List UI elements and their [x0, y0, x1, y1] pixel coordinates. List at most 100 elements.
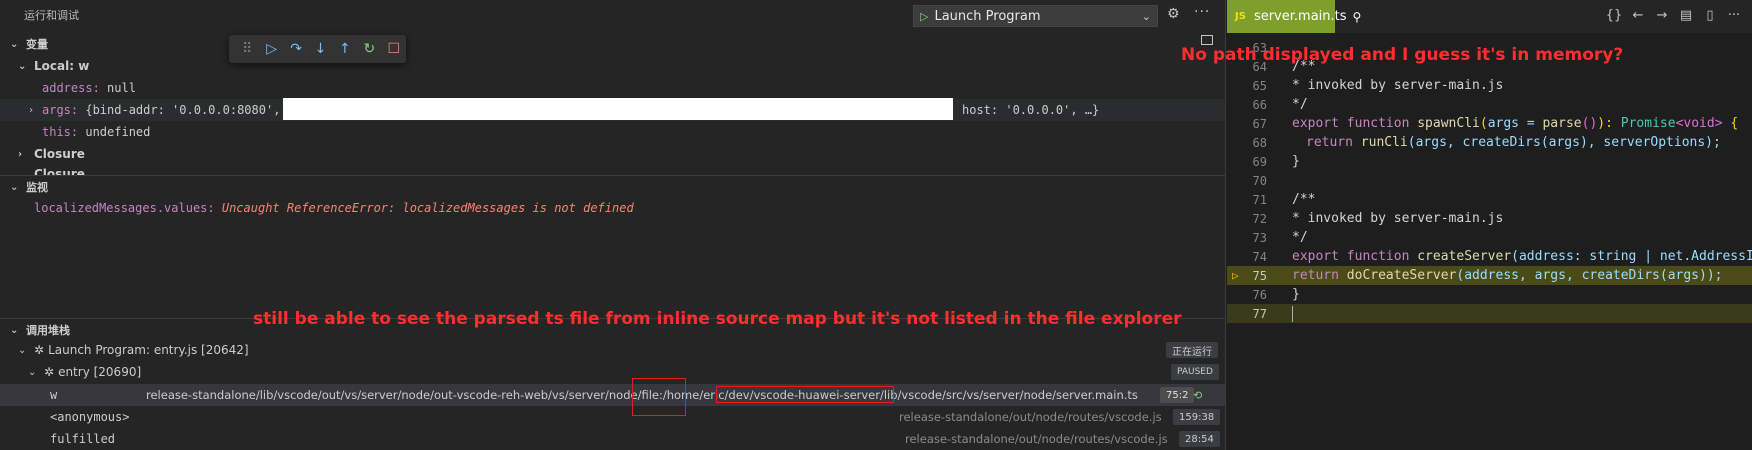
code-text: return doCreateServer(address, args, cre… [1292, 268, 1722, 283]
debug-thread[interactable]: ⌄ ✲ entry [20690] [0, 361, 1225, 383]
function-name: createServer [1417, 249, 1512, 264]
scope-label: Closure [34, 167, 85, 175]
code-text: * invoked by server-main.js [1292, 78, 1504, 93]
debug-session[interactable]: ⌄ ✲ Launch Program: entry.js [20642] [0, 339, 1225, 361]
braces-icon[interactable]: {} [1602, 8, 1626, 23]
run-debug-title: 运行和调试 [24, 9, 79, 22]
stop-icon[interactable]: ☐ [382, 41, 406, 57]
var-value: null [107, 81, 136, 95]
step-out-icon[interactable]: ↑ [333, 41, 357, 57]
stack-frame[interactable]: fulfilled release-standalone/out/node/ro… [0, 428, 1225, 450]
frame-name: <anonymous> [50, 410, 130, 424]
go-back-icon[interactable]: ← [1626, 8, 1650, 23]
code-line[interactable]: 76 } [1227, 285, 1752, 304]
frame-name: fulfilled [50, 432, 116, 446]
drag-handle-icon[interactable]: ⠿ [235, 41, 259, 57]
scope-closure-2[interactable]: › Closure [0, 163, 1225, 175]
var-value-tail: host: '0.0.0.0', …} [962, 103, 1100, 117]
go-forward-icon[interactable]: → [1650, 8, 1674, 23]
line-number: 71 [1252, 192, 1267, 207]
callstack-title: 调用堆栈 [26, 324, 70, 337]
scope-label: Closure [34, 147, 85, 161]
chevron-down-icon: ⌄ [10, 181, 19, 193]
params: (address: string | net.AddressIn [1511, 249, 1752, 264]
breakpoint-arrow-icon[interactable]: ▷ [1232, 269, 1239, 282]
var-value: undefined [85, 125, 151, 139]
split-editor-icon[interactable]: ▤ [1674, 8, 1698, 23]
scope-local[interactable]: ⌄ Local: w [0, 55, 1225, 77]
function-name: parse [1542, 116, 1582, 131]
line-number: 68 [1252, 135, 1267, 150]
chevron-down-icon: ⌄ [28, 366, 37, 378]
paren: ( [1479, 116, 1488, 131]
code-editor: JS server.main.ts ⚲ {} ← → ▤ ▯ ··· 63 64… [1227, 0, 1752, 450]
chevron-down-icon: ⌄ [18, 60, 27, 72]
watch-expr: localizedMessages.values: [34, 201, 215, 215]
continue-icon[interactable]: ▷ [259, 41, 283, 57]
js-file-icon: JS [1235, 11, 1246, 22]
type-arg: <void> [1675, 116, 1723, 131]
brace: { [1722, 116, 1739, 131]
watch-section-header[interactable]: ⌄ 监视 [0, 176, 1225, 198]
code-text: } [1292, 287, 1300, 302]
debug-sidebar: 运行和调试 ▷ Launch Program ⌄ ⚙ ··· ⌄ 变量 ⌄ Lo… [0, 0, 1226, 450]
var-key: args: [42, 103, 79, 117]
code-line[interactable]: 71 /** [1227, 190, 1752, 209]
keyword: return [1306, 135, 1353, 150]
variables-title: 变量 [26, 38, 48, 51]
line-number: 70 [1252, 173, 1267, 188]
frame-position: 75:2 [1160, 387, 1195, 403]
var-key: address: [42, 81, 100, 95]
code-line[interactable]: 77 [1227, 304, 1752, 323]
launch-config-dropdown[interactable]: ▷ Launch Program ⌄ [913, 5, 1158, 27]
more-actions-icon[interactable]: ··· [1194, 4, 1210, 20]
code-line[interactable]: 72 * invoked by server-main.js [1227, 209, 1752, 228]
watch-expression[interactable]: localizedMessages.values: Uncaught Refer… [0, 197, 1225, 219]
chevron-down-icon[interactable]: ⌄ [1142, 10, 1151, 23]
step-over-icon[interactable]: ↷ [284, 41, 308, 57]
args: (args, createDirs(args), serverOptions); [1407, 135, 1721, 150]
restart-frame-icon[interactable]: ⟲ [1193, 389, 1202, 402]
editor-tabbar: JS server.main.ts ⚲ {} ← → ▤ ▯ ··· [1227, 0, 1752, 33]
variable-address[interactable]: address: null [0, 77, 1225, 99]
frame-name: w [50, 388, 58, 402]
code-line[interactable]: 70 [1227, 171, 1752, 190]
pin-icon[interactable]: ⚲ [1353, 10, 1362, 24]
code-line-current[interactable]: ▷ 75 return doCreateServer(address, args… [1227, 266, 1752, 285]
keyword: export function [1292, 116, 1410, 131]
code-line[interactable]: 65 * invoked by server-main.js [1227, 76, 1752, 95]
editor-actions: {} ← → ▤ ▯ ··· [1602, 8, 1746, 23]
frame-position: 159:38 [1173, 409, 1221, 425]
code-line[interactable]: 74 export function createServer(address:… [1227, 247, 1752, 266]
step-into-icon[interactable]: ↓ [308, 41, 332, 57]
redaction-box [283, 98, 953, 120]
launch-config-label: Launch Program [934, 8, 1041, 24]
function-name: doCreateServer [1346, 268, 1457, 283]
stack-frame[interactable]: <anonymous> release-standalone/out/node/… [0, 406, 1225, 428]
highlight-box [716, 386, 894, 403]
code-text: /** [1292, 192, 1316, 207]
variable-this[interactable]: this: undefined [0, 121, 1225, 143]
code-line[interactable]: 68 return runCli(args, createDirs(args),… [1227, 133, 1752, 152]
annotation-text: No path displayed and I guess it's in me… [1181, 45, 1624, 65]
toggle-panel-icon[interactable]: ▯ [1698, 8, 1722, 23]
line-number: 67 [1252, 116, 1267, 131]
editor-tab[interactable]: JS server.main.ts ⚲ [1227, 0, 1361, 33]
paren: ): [1597, 116, 1621, 131]
code-line[interactable]: 66 */ [1227, 95, 1752, 114]
code-line[interactable]: 69 } [1227, 152, 1752, 171]
scope-closure[interactable]: › Closure [0, 143, 1225, 165]
frame-path: release-standalone/out/node/routes/vscod… [905, 432, 1168, 446]
variables-section-header[interactable]: ⌄ 变量 [0, 33, 1225, 55]
restart-icon[interactable]: ↻ [357, 41, 381, 57]
gear-icon[interactable]: ⚙ [1167, 6, 1180, 22]
code-line[interactable]: 67 export function spawnCli(args = parse… [1227, 114, 1752, 133]
start-debugging-icon[interactable]: ▷ [920, 10, 928, 23]
param: args = [1487, 116, 1543, 131]
code-line[interactable]: 73 */ [1227, 228, 1752, 247]
line-number: 73 [1252, 230, 1267, 245]
args: (address, args, createDirs(args)); [1456, 268, 1723, 283]
stack-frame[interactable]: w release-standalone/lib/vscode/out/vs/s… [0, 384, 1225, 406]
more-actions-icon[interactable]: ··· [1722, 8, 1746, 23]
type-name: Promise [1620, 116, 1676, 131]
